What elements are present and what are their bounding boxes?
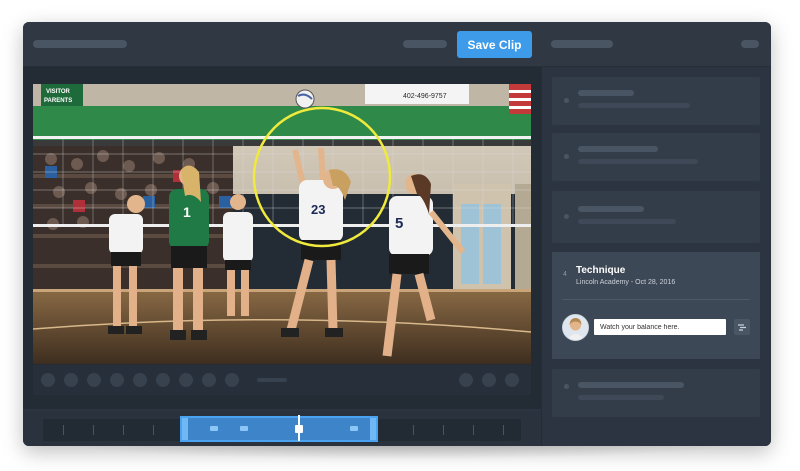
video-controls <box>33 365 531 395</box>
clip-marker <box>350 426 358 431</box>
card-sub-placeholder <box>578 159 698 164</box>
title-placeholder <box>33 40 127 48</box>
avatar <box>562 314 589 341</box>
timeline-tick <box>93 425 94 435</box>
timeline-tick <box>63 425 64 435</box>
clip-start-handle[interactable] <box>182 418 188 440</box>
sidebar-title-placeholder <box>551 40 613 48</box>
comment-subtitle: Lincoln Academy - Oct 28, 2016 <box>576 279 676 286</box>
jersey-number-5: 5 <box>395 215 403 232</box>
control-placeholder <box>257 378 287 382</box>
avatar-icon <box>563 315 588 340</box>
card-sub-placeholder <box>578 103 690 108</box>
card-title-placeholder <box>578 382 684 388</box>
timeline-tick <box>473 425 474 435</box>
control-button[interactable] <box>505 373 519 387</box>
clip-selection[interactable] <box>180 415 378 442</box>
timeline-tick <box>503 425 504 435</box>
card-dot <box>564 384 569 389</box>
timeline <box>23 411 541 446</box>
control-button[interactable] <box>87 373 101 387</box>
top-bar: Save Clip <box>23 22 771 67</box>
comment-input[interactable] <box>594 319 726 335</box>
timeline-tick <box>413 425 414 435</box>
menu-placeholder[interactable] <box>741 40 759 48</box>
playhead-knob[interactable] <box>295 425 303 433</box>
control-button[interactable] <box>64 373 78 387</box>
banner-right-text: 402-496-9757 <box>403 93 447 100</box>
send-button[interactable] <box>734 319 750 335</box>
divider <box>562 299 750 300</box>
card-title-placeholder <box>578 90 634 96</box>
control-button[interactable] <box>133 373 147 387</box>
comment-index: 4 <box>563 271 567 278</box>
card-dot <box>564 214 569 219</box>
card-dot <box>564 98 569 103</box>
banner-left-line2: PARENTS <box>44 98 72 104</box>
toolbar-placeholder[interactable] <box>403 40 447 48</box>
card-title-placeholder <box>578 206 644 212</box>
video-area: VISITOR PARENTS 402-496-9757 1 23 5 <box>23 67 541 409</box>
comment-card[interactable] <box>552 133 760 181</box>
card-sub-placeholder <box>578 395 664 400</box>
control-button[interactable] <box>41 373 55 387</box>
save-clip-button[interactable]: Save Clip <box>457 31 532 58</box>
jersey-number-23: 23 <box>311 202 325 217</box>
active-comment-card[interactable]: 4 Technique Lincoln Academy - Oct 28, 20… <box>552 252 760 359</box>
card-dot <box>564 154 569 159</box>
send-icon <box>738 324 746 331</box>
card-title-placeholder <box>578 146 658 152</box>
clip-end-handle[interactable] <box>370 418 376 440</box>
clip-marker <box>210 426 218 431</box>
timeline-tick <box>443 425 444 435</box>
clip-marker <box>240 426 248 431</box>
control-button[interactable] <box>459 373 473 387</box>
app-window: Save Clip VISITOR PARENTS 402-496-9757 1… <box>23 22 771 446</box>
control-button[interactable] <box>202 373 216 387</box>
control-button[interactable] <box>156 373 170 387</box>
comment-card[interactable] <box>552 77 760 125</box>
control-button[interactable] <box>482 373 496 387</box>
video-player[interactable]: VISITOR PARENTS 402-496-9757 1 23 5 <box>33 84 531 364</box>
jersey-number-1: 1 <box>183 204 191 220</box>
comment-card[interactable] <box>552 369 760 417</box>
timeline-tick <box>123 425 124 435</box>
timeline-tick <box>153 425 154 435</box>
control-button[interactable] <box>225 373 239 387</box>
banner-left-line1: VISITOR <box>46 89 71 95</box>
control-button[interactable] <box>110 373 124 387</box>
volleyball-frame: VISITOR PARENTS 402-496-9757 1 23 5 <box>33 84 531 364</box>
comments-sidebar: 4 Technique Lincoln Academy - Oct 28, 20… <box>541 67 771 446</box>
comment-title: Technique <box>576 265 626 276</box>
comment-card[interactable] <box>552 191 760 243</box>
control-button[interactable] <box>179 373 193 387</box>
card-sub-placeholder <box>578 219 676 224</box>
